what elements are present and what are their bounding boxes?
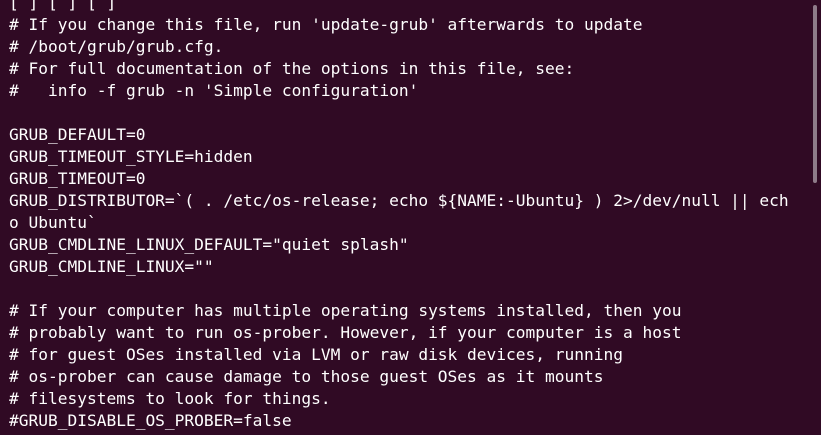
editor-line-blank — [9, 278, 809, 300]
editor-line-partial: [ ] [ ] [ ] — [9, 0, 117, 12]
editor-line: GRUB_DEFAULT=0 — [9, 125, 146, 144]
editor-line: # For full documentation of the options … — [9, 59, 575, 78]
terminal-window[interactable]: [ ] [ ] [ ] # If you change this file, r… — [0, 0, 821, 435]
editor-line: # probably want to run os-prober. Howeve… — [9, 323, 682, 342]
editor-line: # info -f grub -n 'Simple configuration' — [9, 81, 419, 100]
editor-line: GRUB_TIMEOUT_STYLE=hidden — [9, 147, 253, 166]
editor-line: GRUB_CMDLINE_LINUX="" — [9, 257, 214, 276]
editor-line: # for guest OSes installed via LVM or ra… — [9, 345, 623, 364]
editor-line: GRUB_CMDLINE_LINUX_DEFAULT="quiet splash… — [9, 235, 409, 254]
editor-line: #GRUB_DISABLE_OS_PROBER=false — [9, 411, 292, 430]
editor-line: o Ubuntu` — [9, 213, 97, 232]
scrollbar[interactable] — [807, 0, 821, 435]
editor-line: # If you change this file, run 'update-g… — [9, 15, 643, 34]
editor-line-blank — [9, 102, 809, 124]
editor-line: # os-prober can cause damage to those gu… — [9, 367, 604, 386]
editor-line: # filesystems to look for things. — [9, 389, 331, 408]
editor-line: # /boot/grub/grub.cfg. — [9, 37, 224, 56]
editor-text-area[interactable]: [ ] [ ] [ ] # If you change this file, r… — [9, 0, 809, 432]
editor-line: GRUB_TIMEOUT=0 — [9, 169, 146, 188]
editor-line: GRUB_DISTRIBUTOR=`( . /etc/os-release; e… — [9, 191, 789, 210]
editor-line: # If your computer has multiple operatin… — [9, 301, 682, 320]
scrollbar-thumb[interactable] — [813, 5, 817, 183]
